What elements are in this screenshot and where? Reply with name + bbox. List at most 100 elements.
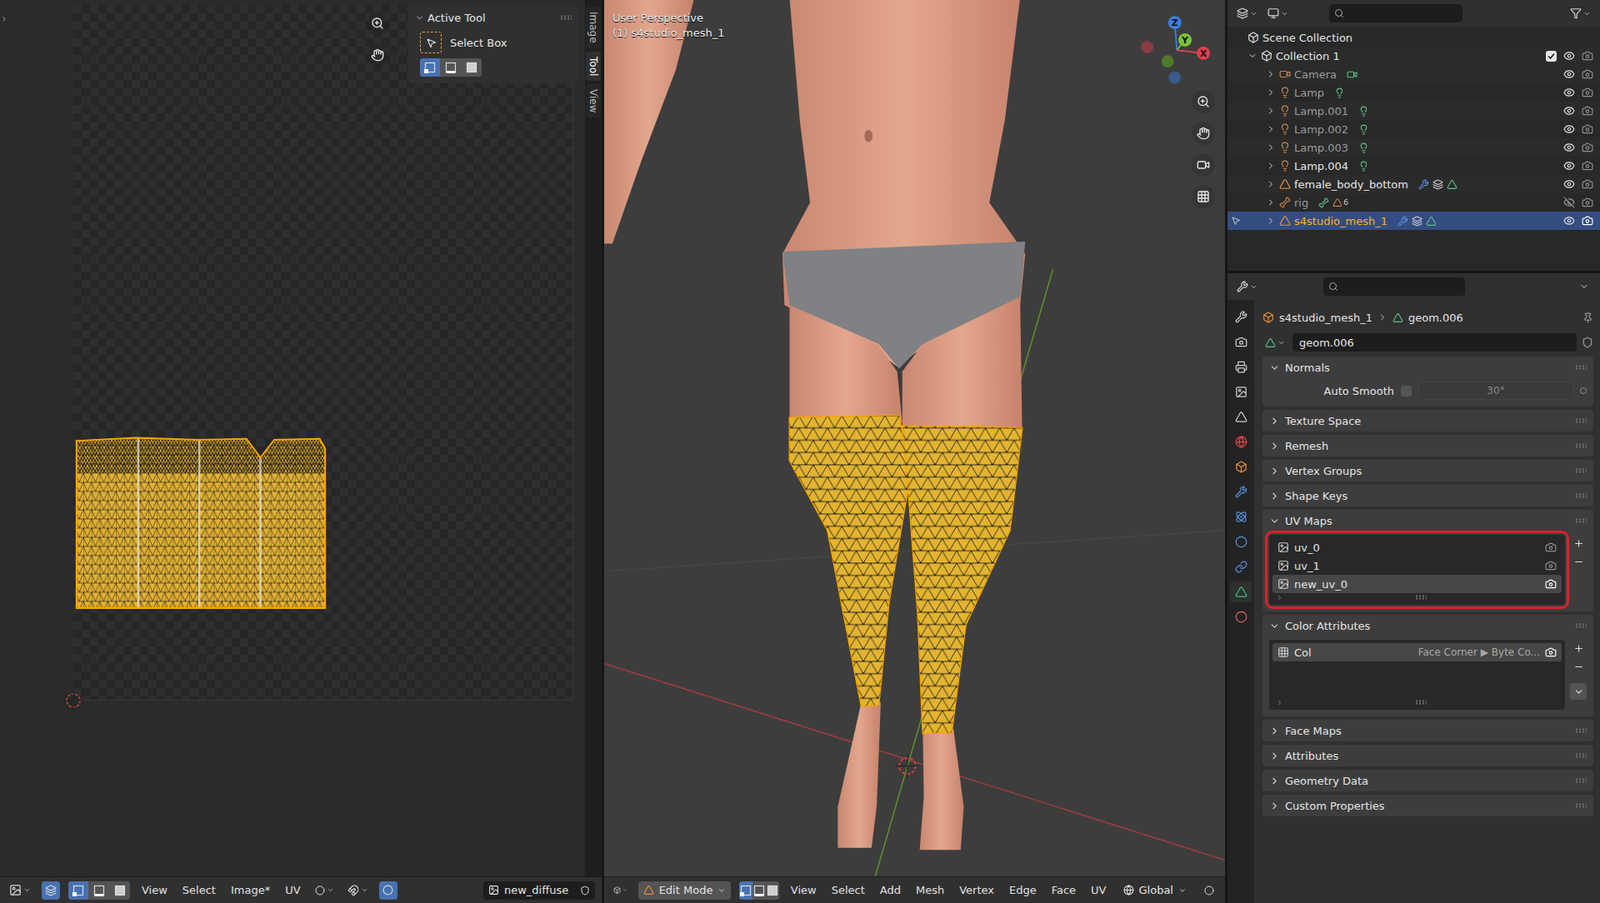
outliner-row[interactable]: Collection 1 [1227,46,1600,65]
expand-arrow-icon[interactable] [1269,415,1280,427]
viewport-canvas[interactable]: User Perspective(1) s4studio_mesh_1ZYX [604,0,1225,877]
panel-header[interactable]: Vertex Groups [1262,460,1594,482]
properties-tab[interactable] [1230,606,1252,628]
panel-header[interactable]: Active Tool [415,8,572,27]
visibility-eye-icon[interactable] [1563,105,1575,117]
expand-arrow-icon[interactable] [1265,160,1276,171]
drag-grip-icon[interactable] [1575,728,1587,734]
properties-tab[interactable] [1230,506,1252,528]
image-selector[interactable]: new_diffuse [483,881,595,900]
gizmo-axis[interactable]: X [1196,46,1210,60]
properties-tab[interactable] [1230,556,1252,578]
menu-item[interactable]: Select [179,881,220,900]
outliner-row[interactable]: Scene Collection [1227,28,1600,47]
editor-type-button[interactable] [1234,277,1260,296]
zoom-button[interactable] [1191,90,1215,114]
properties-tab[interactable] [1230,331,1252,353]
hidden-eye-icon[interactable] [1563,196,1575,209]
menu-item[interactable]: Vertex [955,881,998,900]
menu-item[interactable]: UV [1087,881,1110,900]
visibility-eye-icon[interactable] [1563,50,1575,62]
pivot-button[interactable] [1200,881,1219,900]
pin-icon[interactable] [1582,312,1594,324]
outliner-row[interactable]: Lamp.003 [1227,138,1600,157]
select-mode-button[interactable] [420,58,440,77]
keyframe-dot-icon[interactable] [1580,387,1587,395]
sidebar-tab[interactable]: View [585,84,601,118]
visibility-eye-icon[interactable] [1563,68,1575,80]
add-uv-map-button[interactable] [1570,535,1587,552]
proportional-edit-button[interactable] [379,881,398,900]
panel-header[interactable]: Geometry Data [1262,770,1594,792]
properties-tab[interactable] [1230,431,1252,453]
pan-button[interactable] [365,43,390,67]
outliner-search[interactable] [1329,4,1463,23]
fake-user-icon[interactable] [580,885,590,896]
select-mode-button[interactable] [739,881,752,900]
panel-header[interactable]: Custom Properties [1262,795,1594,817]
render-camera-icon[interactable] [1581,86,1594,99]
uv-map-row[interactable]: uv_1 [1272,556,1562,575]
panel-header[interactable]: Shape Keys [1262,485,1594,507]
render-camera-icon[interactable] [1581,105,1594,117]
expand-arrow-icon[interactable] [1269,490,1280,502]
expand-arrow-icon[interactable] [1265,105,1276,116]
drag-grip-icon[interactable] [1575,443,1587,449]
visibility-eye-icon[interactable] [1563,86,1575,99]
zoom-button[interactable] [365,11,390,35]
add-color-attribute-button[interactable] [1570,640,1587,657]
menu-item[interactable]: View [138,881,171,900]
drag-grip-icon[interactable] [1575,418,1587,424]
properties-tab[interactable] [1230,531,1252,553]
outliner-row[interactable]: Lamp.001 [1227,101,1600,120]
select-mode-button[interactable] [440,58,461,77]
pivot-button[interactable] [312,881,337,900]
expand-arrow-icon[interactable] [1269,620,1280,632]
orientation-dropdown[interactable]: Global [1118,881,1192,900]
expand-arrow-icon[interactable] [1247,50,1258,61]
list-filter-arrow-icon[interactable] [1275,594,1284,602]
drag-grip-icon[interactable] [1575,493,1587,499]
camera-view-button[interactable] [1191,153,1215,177]
properties-search[interactable] [1323,277,1465,296]
expand-arrow-icon[interactable] [1269,775,1280,787]
expand-arrow-icon[interactable] [415,13,425,23]
outliner-row[interactable]: rig6 [1227,193,1600,212]
datablock-name-field[interactable]: geom.006 [1292,333,1577,352]
active-render-icon[interactable] [1545,560,1557,572]
menu-item[interactable]: UV [281,881,304,900]
list-resize-grip-icon[interactable] [1415,700,1427,705]
snap-button[interactable] [345,881,371,900]
color-attribute-row[interactable]: ColFace Corner ▶ Byte Co... [1272,643,1562,662]
active-render-icon[interactable] [1545,541,1557,554]
pan-button[interactable] [1191,121,1215,145]
remove-color-attribute-button[interactable] [1570,658,1587,675]
select-mode-button[interactable] [753,881,766,900]
exclude-checkbox[interactable] [1545,50,1557,62]
properties-tab[interactable] [1230,406,1252,428]
panel-header[interactable]: UV Maps [1262,510,1594,532]
display-mode-button[interactable] [1265,4,1291,23]
expand-arrow-icon[interactable] [1265,124,1276,135]
properties-tab[interactable] [1230,306,1252,328]
select-mode-button[interactable] [461,58,482,77]
active-render-icon[interactable] [1545,578,1557,590]
auto-smooth-angle-field[interactable]: 30° [1418,381,1574,400]
panel-header[interactable]: Attributes [1262,745,1594,767]
outliner-row[interactable]: Lamp.004 [1227,156,1600,175]
options-button[interactable] [1575,277,1594,296]
visibility-eye-icon[interactable] [1563,160,1575,172]
drag-grip-icon[interactable] [1575,778,1587,784]
menu-item[interactable]: View [787,881,820,900]
uv-map-row[interactable]: new_uv_0 [1272,575,1562,594]
gizmo-axis[interactable]: Y [1178,33,1192,47]
render-camera-icon[interactable] [1581,196,1594,209]
toolbar-expand-icon[interactable] [0,15,9,24]
expand-arrow-icon[interactable] [1269,750,1280,762]
properties-tab[interactable] [1230,356,1252,378]
properties-tab[interactable] [1230,581,1252,603]
expand-arrow-icon[interactable] [1269,515,1280,527]
menu-item[interactable]: Select [828,881,869,900]
expand-arrow-icon[interactable] [1269,800,1280,812]
expand-arrow-icon[interactable] [1269,725,1280,737]
